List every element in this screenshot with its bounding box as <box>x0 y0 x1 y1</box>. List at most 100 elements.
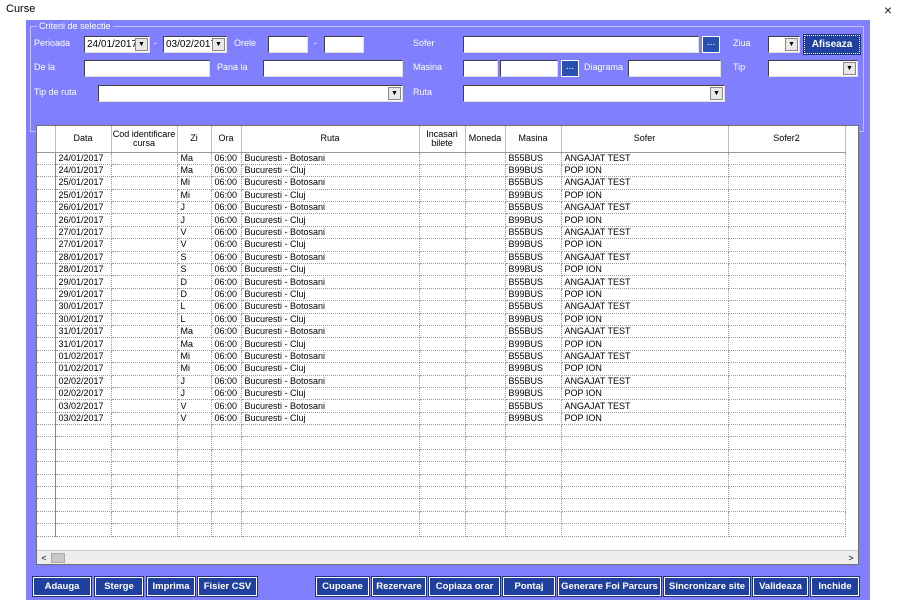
row-selector[interactable] <box>37 189 56 203</box>
trips-grid[interactable]: Data Cod identificare cursa Zi Ora Ruta … <box>36 125 859 565</box>
table-row[interactable]: 02/02/2017 J 06:00 Bucuresti - Botosani B55B… <box>37 375 846 388</box>
row-selector[interactable] <box>37 213 56 227</box>
cupoane-button[interactable]: Cupoane <box>315 576 370 597</box>
table-row[interactable] <box>37 523 846 537</box>
table-row[interactable]: 24/01/2017 Ma 06:00 Bucuresti - Cluj B99BUS P… <box>37 164 846 178</box>
row-selector[interactable] <box>37 436 56 450</box>
row-selector[interactable] <box>37 375 56 388</box>
row-selector[interactable] <box>37 486 56 500</box>
table-row[interactable]: 27/01/2017 V 06:00 Bucuresti - Cluj B99BUS PO… <box>37 238 846 252</box>
ruta-dropdown-icon[interactable]: ▼ <box>710 87 723 100</box>
table-row[interactable]: 03/02/2017 V 06:00 Bucuresti - Botosani B55B… <box>37 399 846 413</box>
row-selector[interactable] <box>37 350 56 364</box>
table-row[interactable] <box>37 511 846 525</box>
horizontal-scrollbar[interactable]: < > <box>37 550 858 564</box>
col-header-masina[interactable]: Masina <box>505 126 562 153</box>
col-header-moneda[interactable]: Moneda <box>465 126 506 153</box>
scroll-thumb[interactable] <box>51 553 65 563</box>
masina-input[interactable] <box>500 60 558 77</box>
tipruta-dropdown-icon[interactable]: ▼ <box>388 87 401 100</box>
table-row[interactable]: 25/01/2017 Mi 06:00 Bucuresti - Cluj B99BUS P… <box>37 189 846 203</box>
table-row[interactable]: 27/01/2017 V 06:00 Bucuresti - Botosani B55B… <box>37 226 846 240</box>
row-selector[interactable] <box>37 337 56 351</box>
table-row[interactable] <box>37 498 846 512</box>
ziua-select[interactable]: ▼ <box>768 36 800 53</box>
col-header-ruta[interactable]: Ruta <box>241 126 420 153</box>
row-selector[interactable] <box>37 399 56 413</box>
ruta-select[interactable]: ▼ <box>463 85 725 102</box>
row-selector[interactable] <box>37 313 56 326</box>
row-selector[interactable] <box>37 251 56 265</box>
generare-foi-parcurs-button[interactable]: Generare Foi Parcurs <box>557 576 662 597</box>
row-selector[interactable] <box>37 176 56 190</box>
row-selector[interactable] <box>37 523 56 537</box>
tipruta-select[interactable]: ▼ <box>98 85 403 102</box>
table-row[interactable]: 31/01/2017 Ma 06:00 Bucuresti - Cluj B99BUS P… <box>37 337 846 351</box>
col-header-sofer2[interactable]: Sofer2 <box>728 126 846 153</box>
table-row[interactable] <box>37 449 846 463</box>
close-icon[interactable]: × <box>884 2 892 18</box>
panala-input[interactable] <box>263 60 403 77</box>
row-selector[interactable] <box>37 325 56 339</box>
fisier-csv-button[interactable]: Fisier CSV <box>197 576 258 597</box>
date-from-picker[interactable]: 24/01/2017 ▼ <box>84 36 150 53</box>
rezervare-button[interactable]: Rezervare <box>371 576 427 597</box>
table-row[interactable] <box>37 486 846 500</box>
row-selector[interactable] <box>37 449 56 463</box>
table-row[interactable]: 24/01/2017 Ma 06:00 Bucuresti - Botosani B55… <box>37 152 846 165</box>
adauga-button[interactable]: Adauga <box>32 576 92 597</box>
col-header-cod[interactable]: Cod identificare cursa <box>111 126 178 153</box>
row-selector[interactable] <box>37 424 56 438</box>
ore-from-input[interactable] <box>268 36 308 53</box>
sofer-input[interactable] <box>463 36 699 53</box>
row-selector[interactable] <box>37 263 56 277</box>
tip-select[interactable]: ▼ <box>768 60 858 77</box>
row-selector[interactable] <box>37 275 56 289</box>
table-row[interactable]: 30/01/2017 L 06:00 Bucuresti - Cluj B99BUS PO… <box>37 313 846 326</box>
afiseaza-button[interactable]: Afiseaza <box>803 34 861 55</box>
table-row[interactable]: 28/01/2017 S 06:00 Bucuresti - Botosani B55B… <box>37 251 846 265</box>
row-selector[interactable] <box>37 387 56 401</box>
table-row[interactable]: 03/02/2017 V 06:00 Bucuresti - Cluj B99BUS PO… <box>37 412 846 426</box>
table-row[interactable] <box>37 424 846 438</box>
col-header-zi[interactable]: Zi <box>177 126 212 153</box>
valideaza-button[interactable]: Valideaza <box>752 576 809 597</box>
row-selector[interactable] <box>37 461 56 475</box>
row-selector[interactable] <box>37 226 56 240</box>
dela-input[interactable] <box>84 60 210 77</box>
row-selector[interactable] <box>37 362 56 376</box>
scroll-right-icon[interactable]: > <box>844 551 858 564</box>
col-header-sofer[interactable]: Sofer <box>561 126 729 153</box>
sterge-button[interactable]: Sterge <box>94 576 144 597</box>
row-selector[interactable] <box>37 238 56 252</box>
ziua-dropdown-icon[interactable]: ▼ <box>785 38 798 51</box>
col-header-data[interactable]: Data <box>55 126 112 153</box>
col-header-incasari[interactable]: Incasari bilete <box>419 126 466 153</box>
row-selector[interactable] <box>37 288 56 302</box>
sofer-browse-button[interactable]: ... <box>702 36 720 53</box>
table-row[interactable]: 26/01/2017 J 06:00 Bucuresti - Cluj B99BUS PO… <box>37 213 846 227</box>
table-row[interactable] <box>37 436 846 450</box>
table-row[interactable] <box>37 461 846 475</box>
table-row[interactable] <box>37 474 846 488</box>
row-selector[interactable] <box>37 164 56 178</box>
table-row[interactable]: 01/02/2017 Mi 06:00 Bucuresti - Botosani B55… <box>37 350 846 364</box>
imprima-button[interactable]: Imprima <box>146 576 196 597</box>
row-selector[interactable] <box>37 300 56 314</box>
table-row[interactable]: 02/02/2017 J 06:00 Bucuresti - Cluj B99BUS PO… <box>37 387 846 401</box>
ore-to-input[interactable] <box>324 36 364 53</box>
pontaj-button[interactable]: Pontaj <box>502 576 556 597</box>
row-selector[interactable] <box>37 511 56 525</box>
table-row[interactable]: 28/01/2017 S 06:00 Bucuresti - Cluj B99BUS PO… <box>37 263 846 277</box>
sincronizare-site-button[interactable]: Sincronizare site <box>663 576 751 597</box>
scroll-left-icon[interactable]: < <box>37 551 51 564</box>
inchide-button[interactable]: Inchide <box>810 576 860 597</box>
diagrama-input[interactable] <box>628 60 721 77</box>
row-selector[interactable] <box>37 412 56 426</box>
row-selector[interactable] <box>37 152 56 165</box>
copiaza-orar-button[interactable]: Copiaza orar <box>428 576 501 597</box>
masina-browse-button[interactable]: ... <box>561 60 579 77</box>
table-row[interactable]: 29/01/2017 D 06:00 Bucuresti - Cluj B99BUS PO… <box>37 288 846 302</box>
row-selector[interactable] <box>37 201 56 215</box>
table-row[interactable]: 01/02/2017 Mi 06:00 Bucuresti - Cluj B99BUS P… <box>37 362 846 376</box>
